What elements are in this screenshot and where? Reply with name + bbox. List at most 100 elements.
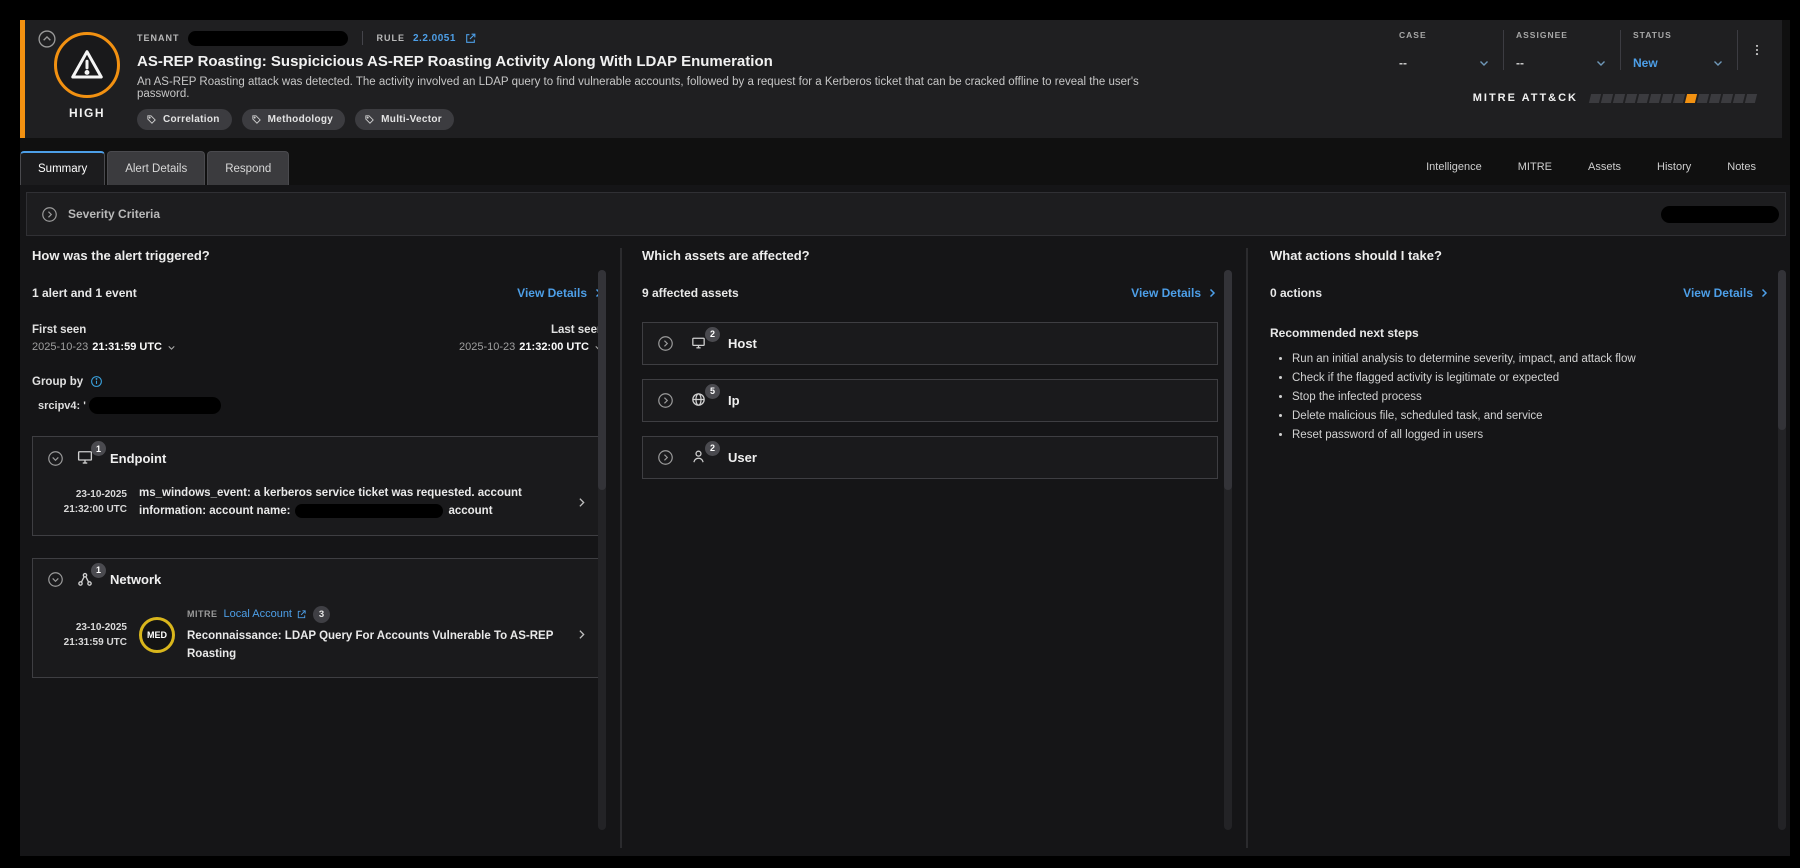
external-link-icon xyxy=(296,609,307,620)
main-tabs: Summary Alert Details Respond xyxy=(20,150,291,185)
tab-intelligence[interactable]: Intelligence xyxy=(1426,161,1482,173)
mitre-attack-bar xyxy=(1590,94,1756,103)
tab-assets[interactable]: Assets xyxy=(1588,161,1621,173)
event-message: ms_windows_event: a kerberos service tic… xyxy=(139,484,561,521)
endpoint-event-row[interactable]: 23-10-2025 21:32:00 UTC ms_windows_event… xyxy=(47,484,589,521)
column-divider xyxy=(620,248,622,848)
chevron-down-icon xyxy=(1477,56,1491,70)
chevron-right-circle-icon[interactable] xyxy=(657,392,674,409)
assignee-label: ASSIGNEE xyxy=(1516,30,1608,40)
tag-label: Methodology xyxy=(268,114,334,125)
status-dropdown[interactable]: STATUS New xyxy=(1623,28,1735,72)
tab-mitre[interactable]: MITRE xyxy=(1518,161,1552,173)
asset-label: Host xyxy=(728,336,757,351)
tenant-value-redacted xyxy=(188,31,348,46)
step-item: Delete malicious file, scheduled task, a… xyxy=(1292,407,1770,426)
divider xyxy=(1503,30,1504,70)
recommended-steps-title: Recommended next steps xyxy=(1270,326,1770,340)
external-link-icon[interactable] xyxy=(464,32,477,45)
side-tabs: Intelligence MITRE Assets History Notes xyxy=(1426,150,1756,184)
tab-summary[interactable]: Summary xyxy=(20,151,105,185)
severity-label: HIGH xyxy=(49,106,125,120)
tag-label: Multi-Vector xyxy=(381,114,442,125)
asset-label: Ip xyxy=(728,393,740,408)
chevron-right-icon xyxy=(1758,287,1770,299)
severity-criteria-expander[interactable]: Severity Criteria xyxy=(26,192,1786,236)
triggered-scrollbar[interactable] xyxy=(598,270,606,830)
asset-row-host[interactable]: 2 Host xyxy=(642,322,1218,365)
mitre-count-badge[interactable]: 3 xyxy=(313,606,330,623)
event-time: 21:31:59 UTC xyxy=(47,635,127,650)
status-label: STATUS xyxy=(1633,30,1725,40)
page: HIGH TENANT RULE 2.2.0051 AS-REP Roastin… xyxy=(0,0,1800,868)
first-seen-date: 2025-10-23 xyxy=(32,341,88,353)
header-main: TENANT RULE 2.2.0051 AS-REP Roasting: Su… xyxy=(137,30,1187,130)
group-by-label: Group by xyxy=(32,376,83,388)
chevron-right-circle-icon[interactable] xyxy=(657,449,674,466)
assets-summary: 9 affected assets xyxy=(642,286,739,300)
group-by-value-redacted xyxy=(89,397,221,414)
triggered-view-details-link[interactable]: View Details xyxy=(517,286,604,300)
recommended-steps-list: Run an initial analysis to determine sev… xyxy=(1270,350,1770,445)
assets-scrollbar[interactable] xyxy=(1224,270,1232,830)
last-seen-date: 2025-10-23 xyxy=(459,341,515,353)
divider xyxy=(1620,30,1621,70)
triggered-column: How was the alert triggered? 1 alert and… xyxy=(32,248,604,848)
tab-notes[interactable]: Notes xyxy=(1727,161,1756,173)
assets-column: Which assets are affected? 9 affected as… xyxy=(642,248,1218,848)
triggered-summary: 1 alert and 1 event xyxy=(32,286,137,300)
case-dropdown[interactable]: CASE -- xyxy=(1389,28,1501,72)
actions-column: What actions should I take? 0 actions Vi… xyxy=(1270,248,1770,848)
first-seen-value[interactable]: 2025-10-23 21:31:59 UTC xyxy=(32,341,177,353)
view-details-label: View Details xyxy=(517,286,587,300)
first-seen: First seen 2025-10-23 21:31:59 UTC xyxy=(32,324,177,353)
endpoint-count-badge: 1 xyxy=(91,441,106,456)
tag-icon xyxy=(364,114,375,125)
actions-scrollbar[interactable] xyxy=(1778,270,1786,830)
asset-row-ip[interactable]: 5 Ip xyxy=(642,379,1218,422)
chevron-down-icon xyxy=(1711,56,1725,70)
info-icon[interactable] xyxy=(90,375,103,388)
event-date: 23-10-2025 xyxy=(47,620,127,635)
network-event-row[interactable]: 23-10-2025 21:31:59 UTC MED MITRE Local … xyxy=(47,606,589,664)
actions-view-details-link[interactable]: View Details xyxy=(1683,286,1770,300)
chevron-down-circle-icon[interactable] xyxy=(47,571,64,588)
tab-history[interactable]: History xyxy=(1657,161,1691,173)
tag-methodology[interactable]: Methodology xyxy=(242,109,346,130)
account-name-redacted xyxy=(295,504,443,518)
kebab-menu-icon[interactable] xyxy=(1740,28,1770,72)
alert-panel: HIGH TENANT RULE 2.2.0051 AS-REP Roastin… xyxy=(20,20,1790,856)
severity-criteria-label: Severity Criteria xyxy=(68,207,160,221)
tab-respond[interactable]: Respond xyxy=(207,151,289,185)
rule-id-link[interactable]: 2.2.0051 xyxy=(413,33,456,44)
endpoint-card-title: Endpoint xyxy=(110,451,166,466)
alert-description: An AS-REP Roasting attack was detected. … xyxy=(137,76,1187,100)
chevron-right-icon[interactable] xyxy=(573,628,589,641)
med-severity-badge: MED xyxy=(139,617,175,653)
tab-alert-details[interactable]: Alert Details xyxy=(107,151,205,185)
step-item: Check if the flagged activity is legitim… xyxy=(1292,369,1770,388)
event-timestamp: 23-10-2025 21:32:00 UTC xyxy=(47,487,127,517)
divider xyxy=(1737,30,1738,70)
tag-row: Correlation Methodology Multi-Vector xyxy=(137,109,1187,130)
tag-multi-vector[interactable]: Multi-Vector xyxy=(355,109,454,130)
mitre-technique-link[interactable]: Local Account xyxy=(224,608,308,620)
last-seen-value[interactable]: 2025-10-23 21:32:00 UTC xyxy=(459,341,604,353)
status-value: New xyxy=(1633,56,1658,70)
chevron-right-circle-icon[interactable] xyxy=(657,335,674,352)
rule-label: RULE xyxy=(377,33,406,43)
assets-view-details-link[interactable]: View Details xyxy=(1131,286,1218,300)
tag-correlation[interactable]: Correlation xyxy=(137,109,232,130)
assignee-value: -- xyxy=(1516,56,1524,70)
chevron-right-icon[interactable] xyxy=(573,496,589,509)
mitre-attack-label: MITRE ATT&CK xyxy=(1473,92,1578,104)
assignee-dropdown[interactable]: ASSIGNEE -- xyxy=(1506,28,1618,72)
asset-row-user[interactable]: 2 User xyxy=(642,436,1218,479)
warning-triangle-icon xyxy=(54,32,120,98)
tag-label: Correlation xyxy=(163,114,220,125)
ip-count-badge: 5 xyxy=(705,384,720,399)
last-seen-time: 21:32:00 UTC xyxy=(519,341,589,353)
chevron-down-circle-icon[interactable] xyxy=(47,450,64,467)
actions-summary: 0 actions xyxy=(1270,286,1322,300)
chevron-right-circle-icon xyxy=(41,206,58,223)
